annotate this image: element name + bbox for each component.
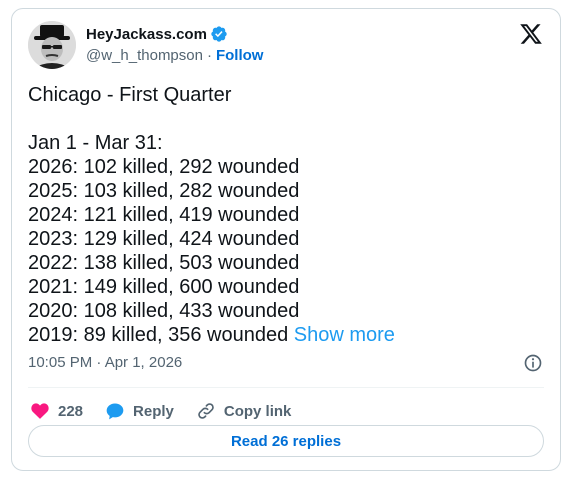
avatar[interactable] xyxy=(28,21,76,69)
x-logo-icon[interactable] xyxy=(519,22,543,46)
tweet-line: 2024: 121 killed, 419 wounded xyxy=(28,204,300,226)
like-count: 228 xyxy=(58,402,84,420)
tweet-line: 2025: 103 killed, 282 wounded xyxy=(28,180,300,202)
follow-link[interactable]: Follow xyxy=(216,47,264,64)
tweet-timestamp[interactable]: 10:05 PM · Apr 1, 2026 xyxy=(28,354,182,371)
tweet-line: 2022: 138 killed, 503 wounded xyxy=(28,252,300,274)
tweet-text: Chicago - First Quarter Jan 1 - Mar 31: … xyxy=(28,83,548,347)
copy-link-label: Copy link xyxy=(223,402,292,420)
heart-icon xyxy=(31,403,49,419)
divider xyxy=(28,387,544,388)
read-replies-button[interactable]: Read 26 replies xyxy=(28,425,544,457)
copy-link-button[interactable]: Copy link xyxy=(196,401,292,421)
tweet-last-line: 2019: 89 killed, 356 wounded Show more xyxy=(28,323,548,347)
separator-dot: · xyxy=(206,47,212,64)
tweet-subtitle: Jan 1 - Mar 31: xyxy=(28,132,163,154)
tweet-line: 2023: 129 killed, 424 wounded xyxy=(28,228,300,250)
handle-row: @w_h_thompson · Follow xyxy=(86,47,263,64)
info-icon[interactable] xyxy=(523,353,543,373)
tweet-line: 2026: 102 killed, 292 wounded xyxy=(28,156,300,178)
tweet-line: 2019: 89 killed, 356 wounded xyxy=(28,324,289,346)
tweet-line: 2020: 108 killed, 433 wounded xyxy=(28,300,300,322)
tweet-actions: 228 Reply Copy link xyxy=(30,393,313,429)
reply-button[interactable]: Reply xyxy=(105,401,174,421)
tweet-line: 2021: 149 killed, 600 wounded xyxy=(28,276,300,298)
avatar-image xyxy=(28,21,76,69)
link-icon xyxy=(198,403,214,419)
verified-badge-icon xyxy=(211,26,227,42)
author-display-name[interactable]: HeyJackass.com xyxy=(86,26,207,43)
author-handle[interactable]: @w_h_thompson xyxy=(86,47,203,64)
like-button[interactable]: 228 xyxy=(30,401,83,421)
reply-label: Reply xyxy=(133,402,174,420)
tweet-title: Chicago - First Quarter xyxy=(28,84,232,106)
show-more-link[interactable]: Show more xyxy=(294,324,395,346)
embedded-tweet-card: HeyJackass.com @w_h_thompson · Follow Ch… xyxy=(11,8,561,471)
author-name[interactable]: HeyJackass.com xyxy=(86,25,228,43)
reply-bubble-icon xyxy=(106,403,124,420)
